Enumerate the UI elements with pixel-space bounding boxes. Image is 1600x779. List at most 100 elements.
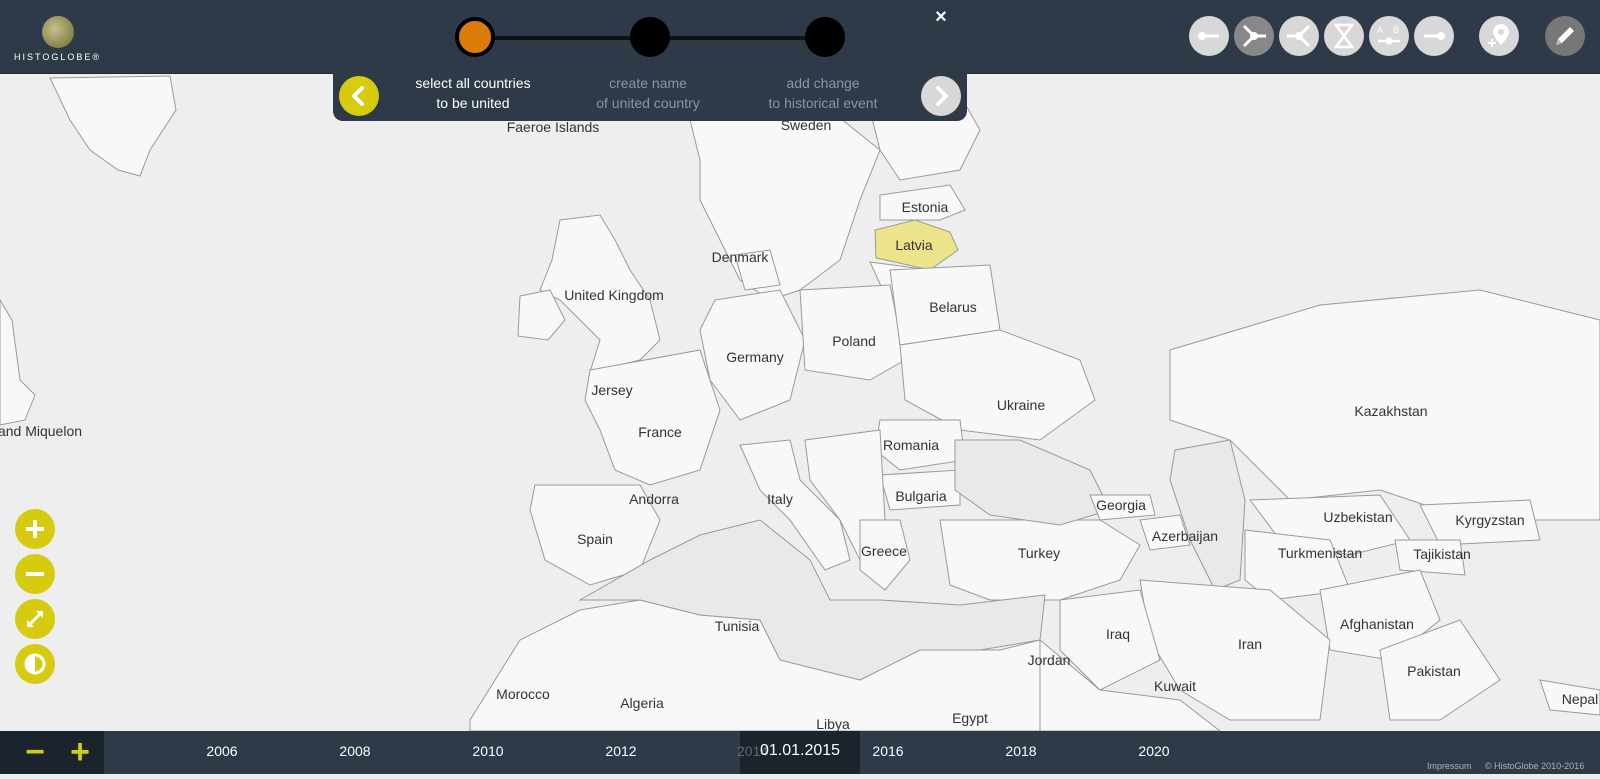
current-date: 01.01.2015 <box>760 742 841 759</box>
workflow-step-1-label: select all countries to be united <box>388 73 558 113</box>
workflow-step-3-dot[interactable] <box>805 17 845 57</box>
timeline-zoom-out-button[interactable]: − <box>15 731 55 774</box>
fullscreen-button[interactable] <box>15 599 55 639</box>
rename-button[interactable]: AB <box>1369 16 1409 56</box>
timeline-year-2018[interactable]: 2018 <box>1005 743 1036 759</box>
fullscreen-icon <box>26 610 44 628</box>
chevron-right-icon <box>936 86 948 106</box>
map-label-uzbekistan: Uzbekistan <box>1323 509 1393 525</box>
svg-text:B: B <box>1393 25 1399 35</box>
timeline-year-2010[interactable]: 2010 <box>472 743 503 759</box>
map-label-afghanistan: Afghanistan <box>1340 616 1414 632</box>
timeline-zoom-in-button[interactable]: + <box>60 731 100 774</box>
contrast-icon <box>24 653 46 675</box>
map-label-germany: Germany <box>726 349 784 365</box>
map-label-spain: Spain <box>577 531 613 547</box>
map-label-pakistan: Pakistan <box>1407 663 1461 679</box>
workflow-step-2-line1: create name <box>609 75 687 91</box>
map-label-poland: Poland <box>832 333 876 349</box>
merge-button[interactable] <box>1234 16 1274 56</box>
map-label-belarus: Belarus <box>929 299 977 315</box>
change-name-button[interactable] <box>1324 16 1364 56</box>
edit-button[interactable] <box>1545 16 1585 56</box>
workflow-step-3-line1: add change <box>786 75 860 91</box>
close-workflow-button[interactable]: × <box>932 6 950 28</box>
chevron-left-icon <box>352 86 364 106</box>
change-border-icon <box>1287 24 1311 48</box>
map-label-uk: United Kingdom <box>564 287 664 303</box>
map-label-egypt: Egypt <box>952 710 988 726</box>
timeline-zoom-controls: − + <box>0 731 104 774</box>
previous-step-button[interactable] <box>339 76 379 116</box>
workflow-step-3-line2: to historical event <box>768 95 878 111</box>
split-icon <box>1198 32 1219 40</box>
zoom-out-icon <box>26 572 44 576</box>
top-bar: HISTOGLOBE® × AB <box>0 0 1600 74</box>
zoom-in-icon <box>26 520 44 538</box>
map-label-jordan: Jordan <box>1027 652 1071 668</box>
add-place-icon <box>1488 24 1509 47</box>
imprint-link[interactable]: Impressum <box>1427 761 1472 771</box>
map-label-algeria: Algeria <box>620 695 664 711</box>
timeline-year-2012[interactable]: 2012 <box>605 743 636 759</box>
add-place-button[interactable] <box>1479 16 1519 56</box>
map-label-iraq: Iraq <box>1105 626 1131 642</box>
map-label-france: France <box>638 424 682 440</box>
map-label-tajikistan: Tajikistan <box>1413 546 1471 562</box>
map-label-tunisia: Tunisia <box>714 618 760 634</box>
next-step-button[interactable] <box>921 76 961 116</box>
merge-icon <box>1242 24 1266 48</box>
map-label-morocco: Morocco <box>496 686 550 702</box>
map-label-denmark: Denmark <box>711 249 769 265</box>
edit-pencil-icon <box>1556 27 1574 45</box>
workflow-step-2-label: create name of united country <box>563 73 733 113</box>
contrast-button[interactable] <box>15 644 55 684</box>
map-label-bulgaria: Bulgaria <box>895 488 947 504</box>
copyright-text: © HistoGlobe 2010-2016 <box>1485 761 1585 771</box>
workflow-step-3-label: add change to historical event <box>738 73 908 113</box>
workflow-step-1-line2: to be united <box>436 95 510 111</box>
map-label-greece: Greece <box>861 543 907 559</box>
map-label-kuwait: Kuwait <box>1153 678 1197 694</box>
map-label-nepal: Nepal <box>1561 691 1599 707</box>
delete-icon <box>1424 32 1445 40</box>
map-label-azerbaijan: Azerbaijan <box>1151 528 1219 544</box>
map-label-miquelon: and Miquelon <box>0 423 83 439</box>
zoom-in-button[interactable] <box>15 509 55 549</box>
map-label-latvia: Latvia <box>895 237 933 253</box>
zoom-out-button[interactable] <box>15 554 55 594</box>
timeline-year-2016[interactable]: 2016 <box>872 743 903 759</box>
map-label-kazakhstan: Kazakhstan <box>1354 403 1428 419</box>
workflow-step-1-dot[interactable] <box>455 17 495 57</box>
timeline-year-2006[interactable]: 2006 <box>206 743 237 759</box>
workflow-step-1-line1: select all countries <box>415 75 531 91</box>
map-label-estonia: Estonia <box>901 199 949 215</box>
map-label-georgia: Georgia <box>1096 497 1146 513</box>
map-label-faeroe: Faeroe Islands <box>506 119 600 135</box>
map-label-kyrgyzstan: Kyrgyzstan <box>1455 512 1525 528</box>
change-name-icon <box>1333 23 1355 49</box>
timeline-bar[interactable]: − + 2006 2008 2010 2012 2014 01.01.2015 … <box>0 731 1600 774</box>
workflow-step-2-line2: of united country <box>596 95 700 111</box>
histoglobe-logo[interactable]: HISTOGLOBE® <box>14 14 124 66</box>
map-label-italy: Italy <box>767 491 793 507</box>
workflow-step-2-dot[interactable] <box>630 17 670 57</box>
map-label-turkey: Turkey <box>1017 545 1061 561</box>
timeline-year-2008[interactable]: 2008 <box>339 743 370 759</box>
map-label-ukraine: Ukraine <box>996 397 1046 413</box>
split-button[interactable] <box>1189 16 1229 56</box>
map-label-jersey: Jersey <box>591 382 633 398</box>
divide-button[interactable] <box>1279 16 1319 56</box>
workflow-panel: select all countries to be united create… <box>333 73 967 121</box>
timeline-year-2020[interactable]: 2020 <box>1138 743 1169 759</box>
svg-text:A: A <box>1377 25 1383 35</box>
map-label-libya: Libya <box>816 716 850 732</box>
end-button[interactable] <box>1414 16 1454 56</box>
map-label-iran: Iran <box>1237 636 1263 652</box>
logo-text: HISTOGLOBE® <box>14 52 101 62</box>
rename-icon: AB <box>1377 25 1400 45</box>
map-label-andorra: Andorra <box>629 491 679 507</box>
map-label-romania: Romania <box>882 437 940 453</box>
map-label-turkmenistan: Turkmenistan <box>1277 545 1363 561</box>
globe-logo-icon <box>42 16 74 48</box>
